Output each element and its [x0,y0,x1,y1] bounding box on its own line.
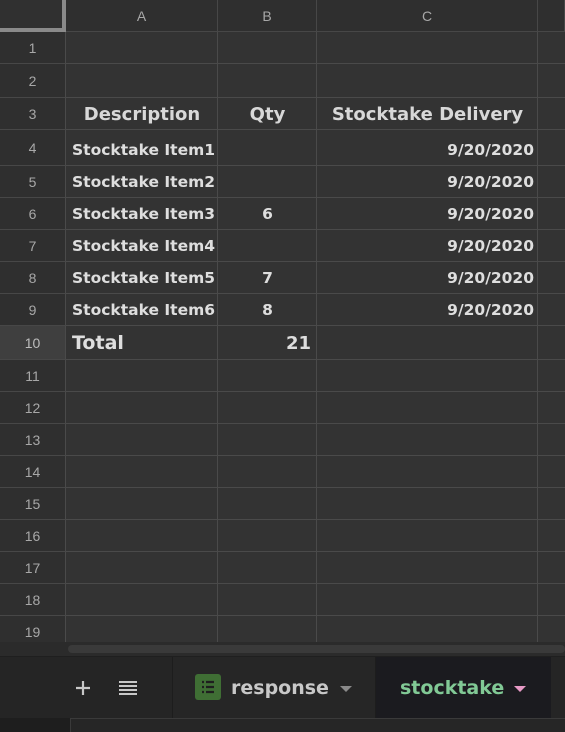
cell-delivery[interactable]: 9/20/2020 [317,262,538,294]
cell-description[interactable]: Stocktake Item5 [66,262,218,294]
cell-description[interactable]: Stocktake Item4 [66,230,218,262]
cell-qty[interactable]: 7 [218,262,317,294]
cell-qty[interactable]: 6 [218,198,317,230]
row-header[interactable]: 3 [0,98,66,130]
row-header[interactable]: 9 [0,294,66,326]
row-header[interactable]: 17 [0,552,66,584]
form-sheet-icon [195,674,221,700]
column-header-c[interactable]: C [317,0,538,32]
scrollbar-thumb[interactable] [68,645,565,653]
status-strip [0,718,565,732]
row-header[interactable]: 6 [0,198,66,230]
plus-icon[interactable] [70,675,96,701]
cell-delivery[interactable]: 9/20/2020 [317,166,538,198]
cell-delivery[interactable]: 9/20/2020 [317,198,538,230]
row-header[interactable]: 8 [0,262,66,294]
cell-qty[interactable] [218,230,317,262]
cell-qty[interactable]: 8 [218,294,317,326]
row-header[interactable]: 16 [0,520,66,552]
cell-description[interactable]: Stocktake Item2 [66,166,218,198]
cell-qty[interactable] [218,166,317,198]
cell-delivery[interactable]: 9/20/2020 [317,230,538,262]
row-header[interactable]: 5 [0,166,66,198]
row-header[interactable]: 15 [0,488,66,520]
cell-delivery[interactable]: 9/20/2020 [317,294,538,326]
row-header[interactable]: 11 [0,360,66,392]
header-cell-qty[interactable]: Qty [218,98,317,130]
cell-description[interactable]: Stocktake Item3 [66,198,218,230]
row-header[interactable]: 10 [0,326,66,360]
select-all-corner[interactable] [0,0,66,32]
row-header[interactable]: 2 [0,64,66,98]
header-cell-description[interactable]: Description [66,98,218,130]
cell-description[interactable]: Stocktake Item6 [66,294,218,326]
cell-description[interactable]: Stocktake Item1 [66,134,218,166]
row-header[interactable]: 19 [0,616,66,642]
header-cell-delivery[interactable]: Stocktake Delivery [317,98,538,130]
spreadsheet-grid[interactable]: A B C 1 2 3 4 5 6 7 8 9 10 11 12 13 14 15 16 17 18 19 Desc… [0,0,565,642]
sheet-tab-bar: response stocktake [0,656,565,719]
row-header[interactable]: 1 [0,32,66,64]
tab-response-label: response [231,677,329,699]
row-header[interactable]: 7 [0,230,66,262]
column-header-a[interactable]: A [66,0,218,32]
row-header[interactable]: 13 [0,424,66,456]
total-value-cell[interactable]: 21 [218,326,317,360]
tab-stocktake-label: stocktake [400,677,505,699]
total-label-cell[interactable]: Total [66,326,218,360]
row-header[interactable]: 12 [0,392,66,424]
column-header-d[interactable] [538,0,565,32]
chevron-down-icon[interactable] [340,686,352,692]
row-header[interactable]: 14 [0,456,66,488]
list-icon[interactable] [115,675,141,701]
cell-qty[interactable] [218,134,317,166]
column-header-b[interactable]: B [218,0,317,32]
row-header[interactable]: 4 [0,130,66,166]
tab-response[interactable]: response [172,657,376,719]
tab-stocktake[interactable]: stocktake [376,657,551,719]
row-header[interactable]: 18 [0,584,66,616]
chevron-down-icon[interactable] [514,686,526,692]
horizontal-scrollbar[interactable] [66,642,565,656]
cell-delivery[interactable]: 9/20/2020 [317,134,538,166]
